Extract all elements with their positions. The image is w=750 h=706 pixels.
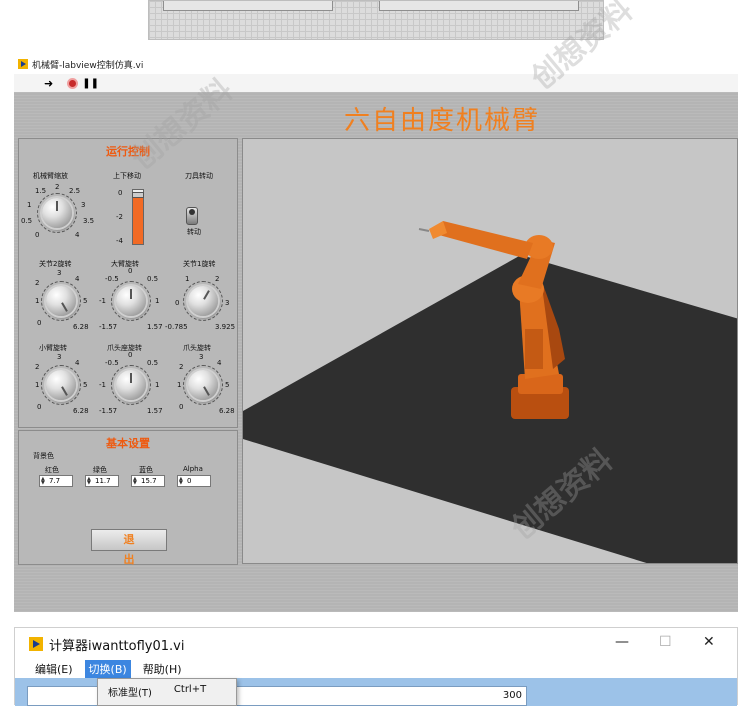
3d-scene-viewport[interactable] (242, 138, 738, 564)
blue-spinner-icon[interactable]: ▲ ▼ (133, 477, 139, 486)
background-window-button-2[interactable] (379, 1, 579, 11)
menu-edit[interactable]: 编辑(E) (31, 660, 77, 678)
blue-input[interactable]: ▲ ▼ 15.7 (131, 475, 165, 487)
run-control-title: 运行控制 (106, 145, 150, 158)
smallarm-knob[interactable] (46, 370, 76, 400)
basic-settings-group: 基本设置 背景色 红色 ▲ ▼ 7.7 绿色 ▲ ▼ 11.7 蓝色 ▲ ▼ 15.7 Al… (18, 430, 238, 566)
background-window-button-1[interactable] (163, 1, 333, 11)
basic-settings-title: 基本设置 (106, 437, 150, 450)
blue-label: 蓝色 (139, 466, 153, 474)
run-control-group: 运行控制 机械臂缩放 0 0.5 1 1.5 2 2.5 3 3.5 4 上下移… (18, 138, 238, 428)
floor-plane (243, 255, 737, 563)
exit-button[interactable]: 退出 (91, 529, 167, 566)
smallarm-knob-label: 小臂旋转 (39, 344, 67, 352)
bg-color-label: 背景色 (33, 452, 54, 460)
green-label: 绿色 (93, 466, 107, 474)
claw-base-knob[interactable] (116, 370, 146, 400)
claw-knob[interactable] (188, 370, 218, 400)
claw-knob-label: 爪头旋转 (183, 344, 211, 352)
bigarm-knob-label: 大臂旋转 (111, 260, 139, 268)
robot-arm-scene (243, 221, 737, 563)
calculator-window: 计算器iwanttofly01.vi — ☐ ✕ 编辑(E) 切换(B) 帮助(… (14, 627, 738, 706)
updown-slider[interactable] (132, 189, 144, 245)
alpha-spinner-icon[interactable]: ▲ ▼ (179, 477, 185, 486)
calculator-window-title: 计算器iwanttofly01.vi (49, 638, 185, 654)
pause-icon[interactable]: ❚❚ (82, 78, 99, 89)
tool-rotate-toggle[interactable] (186, 207, 198, 225)
alpha-input[interactable]: ▲ ▼ 0 (177, 475, 211, 487)
updown-slider-label: 上下移动 (113, 172, 141, 180)
tool-rotate-label: 刀具转动 (185, 172, 213, 180)
calculator-logo-icon (29, 637, 43, 651)
red-input[interactable]: ▲ ▼ 7.7 (39, 475, 73, 487)
menu-switch[interactable]: 切换(B) (84, 660, 131, 678)
labview-title-bar: 机械臂-labview控制仿真.vi (14, 54, 738, 74)
joint2-knob[interactable] (46, 286, 76, 316)
alpha-label: Alpha (183, 465, 203, 473)
minimize-icon[interactable]: — (615, 634, 629, 650)
red-label: 红色 (45, 466, 59, 474)
green-spinner-icon[interactable]: ▲ ▼ (87, 477, 93, 486)
claw-base-knob-label: 爪头座旋转 (107, 344, 142, 352)
page-title: 六自由度机械臂 (344, 106, 541, 136)
joint1-knob-label: 关节1旋转 (183, 260, 216, 268)
run-arrow-icon[interactable]: ➜ (44, 77, 53, 90)
switch-dropdown-menu: 标准型(T) Ctrl+T (97, 678, 237, 706)
close-icon[interactable]: ✕ (703, 634, 715, 650)
background-window-strip (148, 0, 604, 40)
labview-window-title: 机械臂-labview控制仿真.vi (32, 60, 144, 71)
maximize-icon[interactable]: ☐ (659, 634, 672, 650)
green-input[interactable]: ▲ ▼ 11.7 (85, 475, 119, 487)
abort-stop-icon[interactable] (67, 77, 79, 89)
dropdown-item-standard[interactable]: 标准型(T) Ctrl+T (108, 684, 206, 699)
calculator-menu-bar: 编辑(E) 切换(B) 帮助(H) (15, 660, 737, 678)
tool-rotate-state: 转动 (187, 228, 201, 236)
labview-logo-icon (18, 59, 28, 69)
labview-front-panel: 六自由度机械臂 运行控制 机械臂缩放 0 0.5 1 1.5 2 2.5 3 3… (14, 92, 738, 612)
bigarm-knob[interactable] (116, 286, 146, 316)
red-spinner-icon[interactable]: ▲ ▼ (41, 477, 47, 486)
labview-toolbar: ➜ ❚❚ (14, 74, 738, 92)
updown-slider-thumb[interactable] (132, 192, 144, 198)
zoom-knob[interactable] (42, 198, 72, 228)
joint1-knob[interactable] (188, 286, 218, 316)
menu-help[interactable]: 帮助(H) (139, 660, 186, 678)
zoom-knob-label: 机械臂缩放 (33, 172, 68, 180)
joint2-knob-label: 关节2旋转 (39, 260, 72, 268)
